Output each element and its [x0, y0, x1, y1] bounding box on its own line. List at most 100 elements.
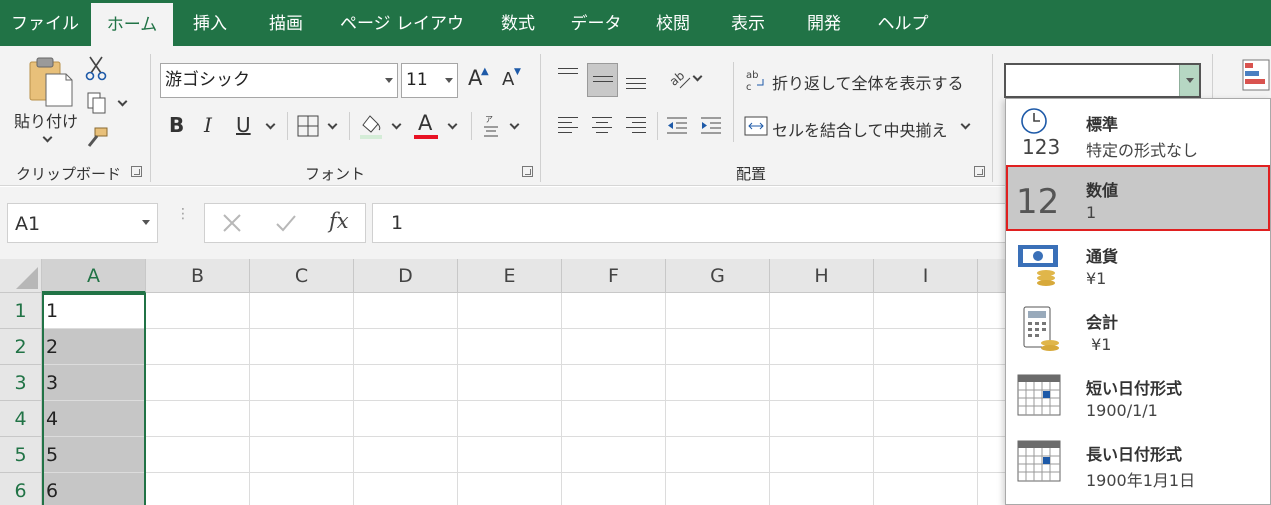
font-name-input[interactable]: 游ゴシック: [160, 63, 398, 98]
conditional-formatting-icon[interactable]: [1241, 58, 1271, 92]
grid-cell[interactable]: [562, 473, 666, 505]
grid-cell[interactable]: [146, 473, 250, 505]
number-format-input[interactable]: [1004, 63, 1201, 98]
grid-cell[interactable]: [874, 437, 978, 473]
row-header-5[interactable]: 5: [0, 437, 42, 473]
grid-cell[interactable]: [562, 293, 666, 329]
tab-review[interactable]: 校閲: [643, 0, 703, 46]
format-option-currency[interactable]: 通貨 ¥1: [1006, 231, 1270, 297]
column-header-i[interactable]: I: [874, 259, 978, 293]
column-header-h[interactable]: H: [770, 259, 874, 293]
grid-cell[interactable]: [354, 473, 458, 505]
phonetic-guide-icon[interactable]: ア: [482, 113, 500, 139]
name-box[interactable]: A1: [7, 203, 158, 243]
cancel-icon[interactable]: [221, 212, 243, 234]
grid-cell[interactable]: [770, 365, 874, 401]
grid-cell[interactable]: [562, 401, 666, 437]
underline-button[interactable]: U: [236, 115, 251, 135]
formula-input[interactable]: 1: [372, 203, 1012, 243]
column-header-j[interactable]: [978, 259, 1008, 293]
format-option-long-date[interactable]: 長い日付形式 1900年1月1日: [1006, 429, 1270, 495]
row-header-2[interactable]: 2: [0, 329, 42, 365]
grid-cell[interactable]: [874, 293, 978, 329]
grid-cell[interactable]: [458, 437, 562, 473]
align-left-icon[interactable]: [558, 117, 578, 137]
column-header-a[interactable]: A: [42, 259, 146, 293]
grid-cell[interactable]: [146, 365, 250, 401]
grid-cell[interactable]: [458, 401, 562, 437]
tab-draw[interactable]: 描画: [255, 0, 317, 46]
grid-cell[interactable]: [978, 401, 1008, 437]
number-format-dropdown-button[interactable]: [1179, 65, 1199, 96]
italic-button[interactable]: I: [204, 115, 212, 135]
wrap-text-icon[interactable]: ab c: [745, 68, 767, 93]
grid-cell[interactable]: [250, 293, 354, 329]
grid-cell[interactable]: [562, 329, 666, 365]
grid-cell[interactable]: [666, 293, 770, 329]
cell-a4[interactable]: 4: [42, 401, 146, 437]
tab-developer[interactable]: 開発: [794, 0, 854, 46]
grid-cell[interactable]: [562, 437, 666, 473]
enter-icon[interactable]: [275, 212, 297, 234]
column-header-g[interactable]: G: [666, 259, 770, 293]
cell-a6[interactable]: 6: [42, 473, 146, 505]
grid-cell[interactable]: [770, 473, 874, 505]
grid-cell[interactable]: [978, 473, 1008, 505]
copy-icon[interactable]: [86, 91, 108, 115]
tab-data[interactable]: データ: [563, 0, 629, 46]
insert-function-button[interactable]: fx: [329, 209, 349, 233]
grid-cell[interactable]: [250, 365, 354, 401]
orientation-icon[interactable]: ab: [667, 68, 692, 92]
shrink-font-icon[interactable]: A: [502, 71, 514, 89]
cell-a3[interactable]: 3: [42, 365, 146, 401]
increase-indent-icon[interactable]: [699, 115, 723, 137]
grid-cell[interactable]: [666, 329, 770, 365]
align-center-icon[interactable]: [592, 117, 612, 137]
merge-center-button[interactable]: セルを結合して中央揃え: [772, 117, 948, 141]
grid-cell[interactable]: [978, 329, 1008, 365]
row-header-1[interactable]: 1: [0, 293, 42, 329]
grid-cell[interactable]: [978, 437, 1008, 473]
grid-cell[interactable]: [146, 401, 250, 437]
grid-cell[interactable]: [146, 437, 250, 473]
grid-cell[interactable]: [354, 329, 458, 365]
grid-cell[interactable]: [874, 473, 978, 505]
clipboard-dialog-launcher-icon[interactable]: [131, 166, 142, 177]
grid-cell[interactable]: [250, 401, 354, 437]
grid-cell[interactable]: [458, 365, 562, 401]
align-top-icon[interactable]: [558, 68, 578, 83]
cell-a2[interactable]: 2: [42, 329, 146, 365]
grid-cell[interactable]: [146, 329, 250, 365]
font-color-icon[interactable]: A: [418, 113, 432, 134]
cell-a1[interactable]: 1: [42, 293, 146, 329]
format-option-accounting[interactable]: 会計 ¥1: [1006, 297, 1270, 363]
grid-cell[interactable]: [458, 329, 562, 365]
grid-cell[interactable]: [874, 401, 978, 437]
tab-home[interactable]: ホーム: [91, 3, 173, 46]
column-header-c[interactable]: C: [250, 259, 354, 293]
tab-file[interactable]: ファイル: [4, 0, 86, 46]
grid-cell[interactable]: [666, 365, 770, 401]
format-painter-icon[interactable]: [85, 126, 109, 150]
grid-cell[interactable]: [770, 329, 874, 365]
column-header-e[interactable]: E: [458, 259, 562, 293]
grid-cell[interactable]: [458, 293, 562, 329]
fill-color-icon[interactable]: [358, 112, 384, 140]
grid-cell[interactable]: [770, 401, 874, 437]
grid-cell[interactable]: [354, 437, 458, 473]
format-option-general[interactable]: 123 標準 特定の形式なし: [1006, 99, 1270, 165]
font-size-caret-icon[interactable]: [445, 78, 453, 83]
align-middle-button[interactable]: [587, 63, 618, 97]
grid-cell[interactable]: [146, 293, 250, 329]
column-header-b[interactable]: B: [146, 259, 250, 293]
grid-cell[interactable]: [458, 473, 562, 505]
alignment-dialog-launcher-icon[interactable]: [974, 166, 985, 177]
align-right-icon[interactable]: [626, 117, 646, 137]
row-header-4[interactable]: 4: [0, 401, 42, 437]
grid-cell[interactable]: [770, 293, 874, 329]
grid-cell[interactable]: [250, 473, 354, 505]
grid-cell[interactable]: [666, 401, 770, 437]
align-bottom-icon[interactable]: [626, 78, 646, 93]
tab-formulas[interactable]: 数式: [488, 0, 548, 46]
grid-cell[interactable]: [770, 437, 874, 473]
